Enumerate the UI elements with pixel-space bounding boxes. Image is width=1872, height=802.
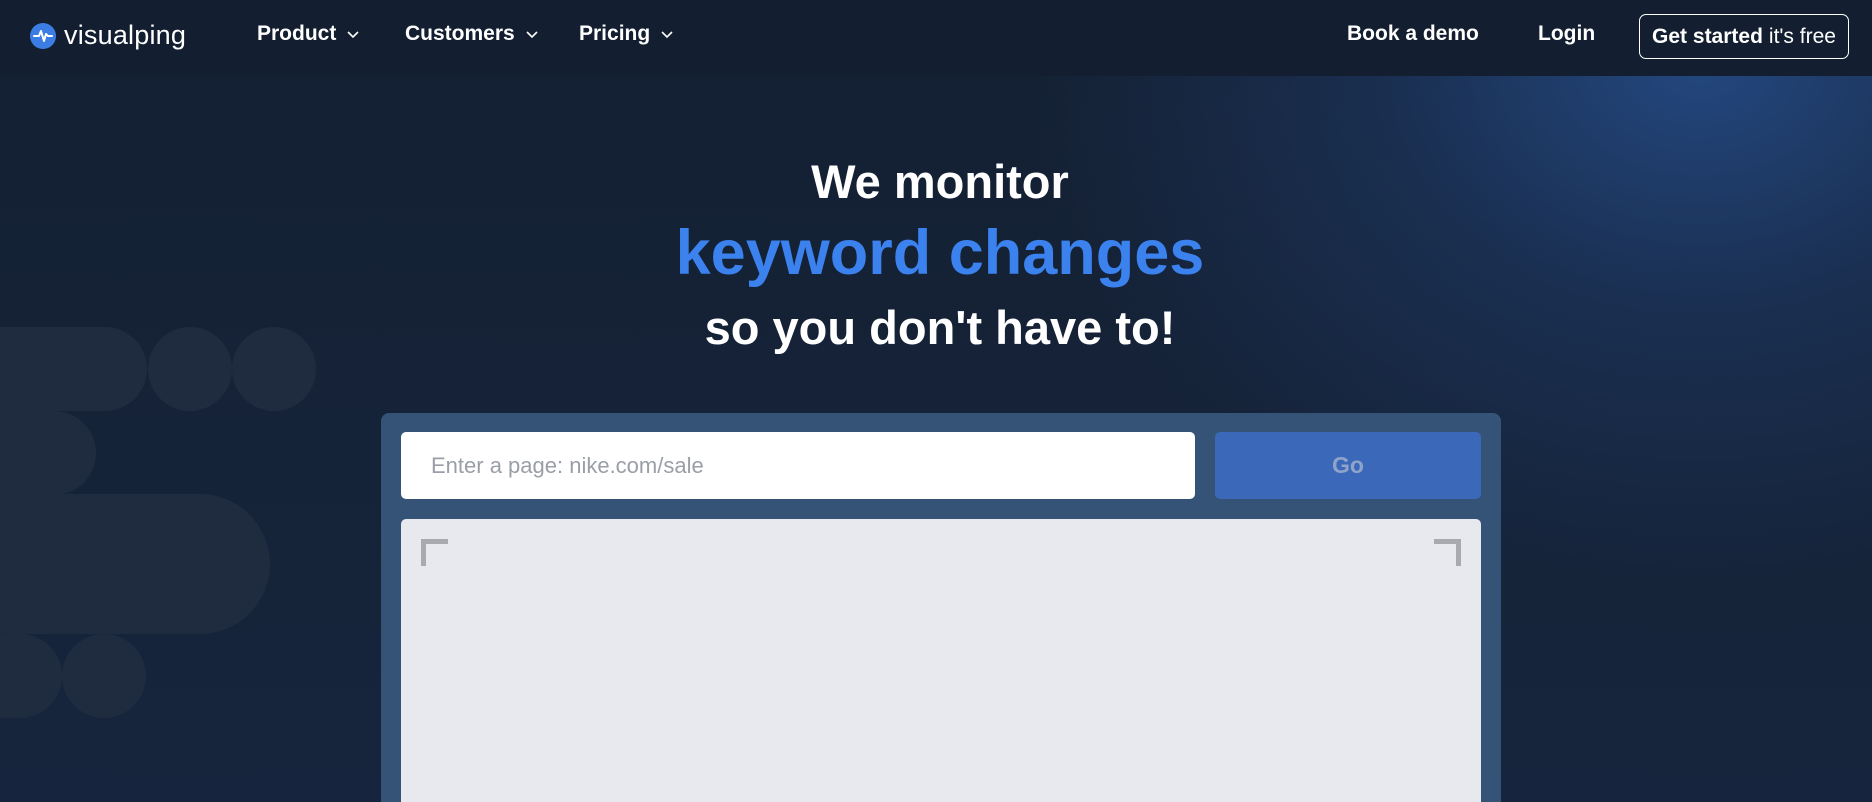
nav-item-label: Pricing	[579, 22, 651, 45]
decorative-shape	[62, 634, 146, 718]
nav-item-customers[interactable]: Customers	[405, 22, 539, 46]
hero-heading-line-1: We monitor	[811, 155, 1069, 208]
chevron-down-icon	[526, 31, 538, 39]
brand-logo[interactable]: visualping	[30, 20, 186, 51]
go-button[interactable]: Go	[1215, 432, 1481, 499]
nav-item-pricing[interactable]: Pricing	[579, 22, 674, 46]
get-started-sublabel: it's free	[1768, 24, 1836, 48]
chevron-down-icon	[661, 31, 673, 39]
book-demo-link[interactable]: Book a demo	[1347, 22, 1479, 46]
page-preview-area[interactable]	[401, 519, 1481, 802]
decorative-shape	[0, 494, 270, 634]
get-started-label: Get started	[1652, 24, 1763, 48]
top-navbar: visualping Product Customers Pricing Boo…	[0, 0, 1872, 76]
chevron-down-icon	[347, 31, 359, 39]
brand-name: visualping	[64, 20, 187, 50]
crop-corner-top-left	[421, 539, 448, 566]
pulse-icon	[30, 22, 56, 49]
crop-corner-top-right	[1434, 539, 1461, 566]
nav-item-label: Customers	[405, 22, 515, 45]
nav-item-label: Product	[257, 22, 337, 45]
nav-item-product[interactable]: Product	[257, 22, 360, 46]
hero-heading-line-3: so you don't have to!	[704, 301, 1176, 354]
decorative-shape	[0, 411, 96, 495]
hero-heading-highlight: keyword changes	[675, 218, 1205, 288]
page-url-input[interactable]	[401, 432, 1195, 499]
login-link[interactable]: Login	[1538, 22, 1595, 46]
get-started-button[interactable]: Get started it's free	[1639, 14, 1849, 59]
